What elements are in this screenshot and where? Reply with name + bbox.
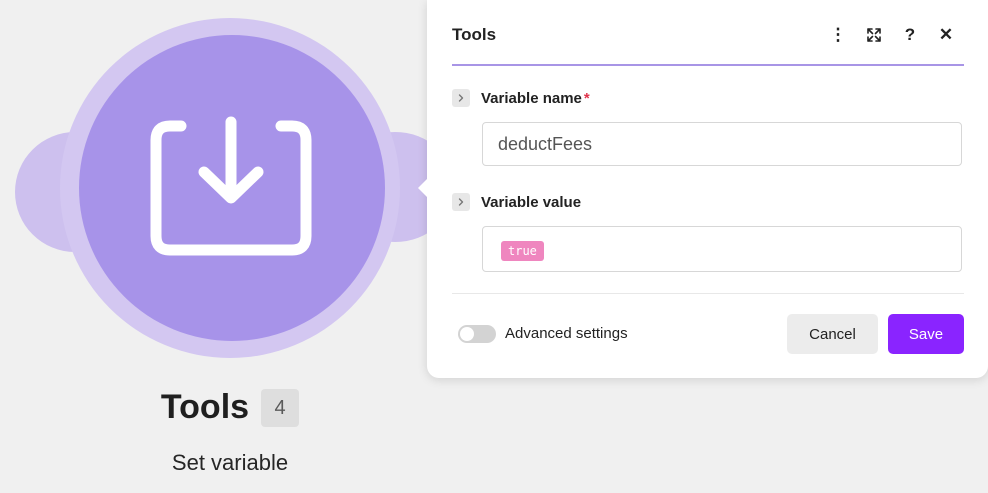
footer-divider bbox=[452, 293, 964, 294]
advanced-settings-label: Advanced settings bbox=[505, 325, 628, 342]
variable-value-label-row: Variable value bbox=[452, 193, 581, 211]
header-buttons: ⋮ ? ✕ bbox=[820, 20, 964, 50]
variable-name-input[interactable]: deductFees bbox=[482, 122, 962, 166]
expand-icon bbox=[867, 28, 881, 42]
module-title-row: Tools 4 bbox=[0, 388, 460, 427]
more-options-button[interactable]: ⋮ bbox=[820, 20, 856, 50]
module-badge: 4 bbox=[261, 388, 300, 427]
module-title: Tools bbox=[160, 388, 250, 426]
close-icon: ✕ bbox=[938, 25, 954, 44]
toggle-knob bbox=[460, 327, 474, 341]
save-button[interactable]: Save bbox=[888, 314, 964, 354]
expand-button[interactable] bbox=[856, 20, 892, 50]
cancel-button[interactable]: Cancel bbox=[787, 314, 878, 354]
value-token-pill[interactable]: true bbox=[501, 241, 544, 261]
collapse-toggle-variable-value[interactable] bbox=[452, 193, 470, 211]
help-button[interactable]: ? bbox=[892, 20, 928, 50]
panel-pointer bbox=[418, 178, 428, 198]
panel-header: Tools ⋮ ? ✕ bbox=[452, 20, 964, 50]
required-indicator: * bbox=[583, 89, 590, 107]
variable-name-label-row: Variable name * bbox=[452, 89, 590, 107]
help-icon: ? bbox=[904, 25, 916, 44]
variable-name-label: Variable name bbox=[481, 89, 582, 107]
chevron-right-icon bbox=[458, 198, 464, 206]
advanced-settings-toggle[interactable] bbox=[458, 325, 496, 343]
module-node: Tools 4 Set variable bbox=[0, 0, 455, 493]
collapse-toggle-variable-name[interactable] bbox=[452, 89, 470, 107]
chevron-right-icon bbox=[458, 94, 464, 102]
header-underline bbox=[452, 64, 964, 66]
import-tray-icon bbox=[150, 116, 312, 256]
variable-value-label: Variable value bbox=[481, 193, 582, 211]
close-button[interactable]: ✕ bbox=[928, 20, 964, 50]
variable-name-value: deductFees bbox=[498, 134, 593, 154]
module-subtitle: Set variable bbox=[171, 450, 289, 475]
more-vertical-icon: ⋮ bbox=[829, 25, 847, 44]
variable-value-input[interactable]: true bbox=[482, 226, 962, 272]
panel-title: Tools bbox=[452, 25, 497, 44]
settings-panel: Tools ⋮ ? ✕ Variable name * deductFees V… bbox=[418, 0, 988, 378]
